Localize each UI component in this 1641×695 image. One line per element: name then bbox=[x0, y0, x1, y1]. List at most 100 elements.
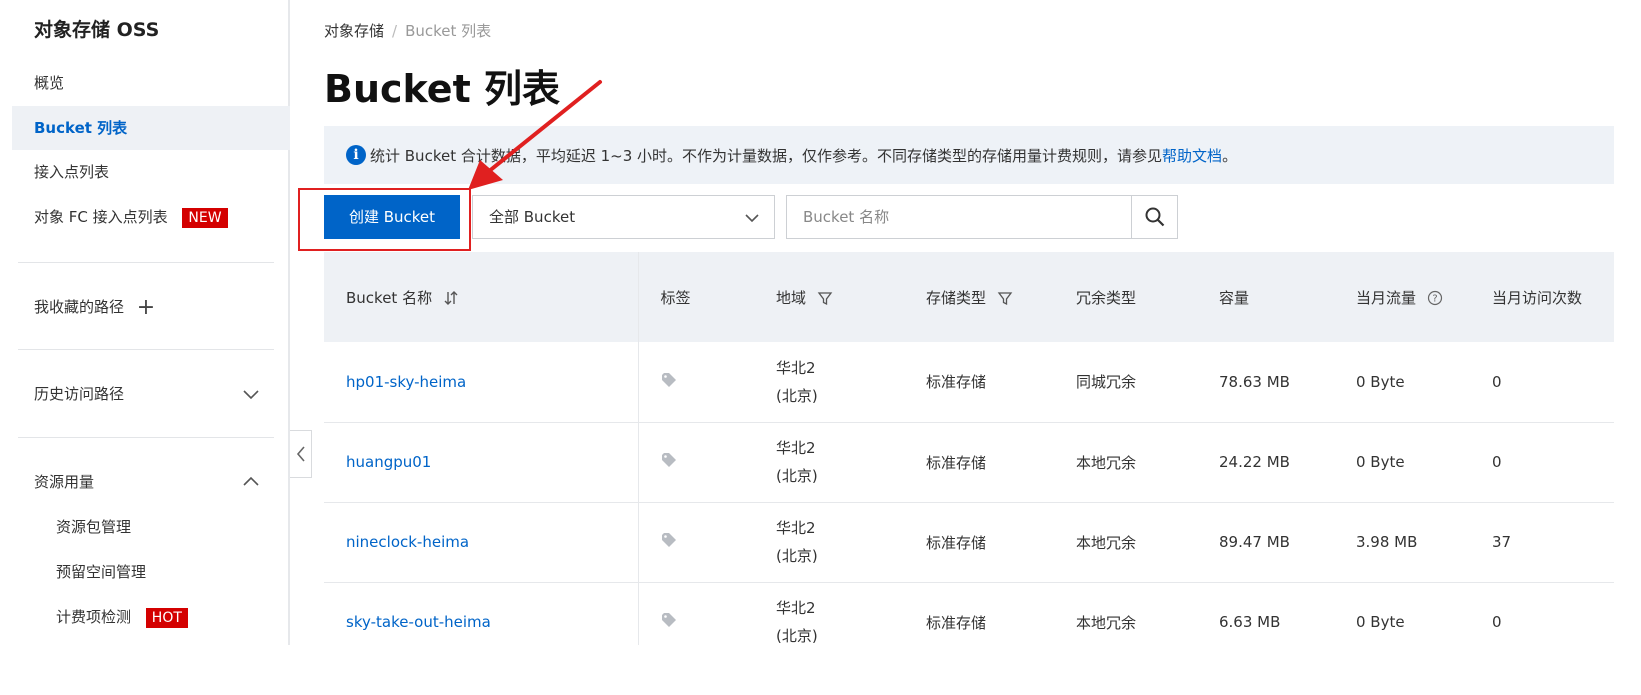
breadcrumb: 对象存储 / Bucket 列表 bbox=[324, 20, 491, 41]
region-name: 华北2 bbox=[776, 358, 816, 377]
filter-icon[interactable] bbox=[997, 290, 1013, 306]
cell-tags bbox=[638, 422, 754, 503]
sidebar-item-billing-check[interactable]: 计费项检测 HOT bbox=[56, 602, 188, 632]
cell-tags bbox=[638, 582, 754, 645]
sidebar-item-fc-access-points[interactable]: 对象 FC 接入点列表 NEW bbox=[12, 195, 290, 239]
cell-storage-type: 标准存储 bbox=[904, 582, 1054, 645]
bucket-search bbox=[786, 195, 1178, 239]
favorites-label: 我收藏的路径 bbox=[34, 298, 125, 316]
sidebar-usage[interactable]: 资源用量 bbox=[34, 467, 266, 497]
cell-capacity: 89.47 MB bbox=[1197, 502, 1334, 583]
sidebar-item-overview[interactable]: 概览 bbox=[12, 61, 290, 105]
chevron-left-icon bbox=[296, 446, 305, 462]
tag-icon[interactable] bbox=[661, 372, 677, 388]
header-region[interactable]: 地域 bbox=[754, 252, 904, 342]
tag-icon[interactable] bbox=[661, 612, 677, 628]
table-row: nineclock-heima 华北2 (北京) 标准存储 本地冗余 89.47 … bbox=[324, 502, 1614, 583]
header-bucket-name[interactable]: Bucket 名称 bbox=[324, 252, 639, 342]
chevron-up-icon[interactable] bbox=[236, 467, 266, 497]
header-label: 标签 bbox=[660, 288, 691, 307]
sidebar-item-reserved-space[interactable]: 预留空间管理 bbox=[56, 557, 146, 587]
header-redundancy: 冗余类型 bbox=[1054, 252, 1197, 342]
cell-capacity: 24.22 MB bbox=[1197, 422, 1334, 503]
sidebar-divider bbox=[18, 262, 274, 263]
sidebar-item-access-points[interactable]: 接入点列表 bbox=[12, 150, 290, 194]
tag-icon[interactable] bbox=[661, 452, 677, 468]
sidebar-item-label: 计费项检测 bbox=[56, 608, 132, 626]
bucket-filter-select[interactable]: 全部 Bucket bbox=[472, 195, 775, 239]
cell-requests: 0 bbox=[1470, 422, 1614, 503]
svg-text:?: ? bbox=[1432, 294, 1437, 305]
sidebar-favorites[interactable]: 我收藏的路径 + bbox=[34, 292, 266, 322]
cell-tags bbox=[638, 502, 754, 583]
cell-storage-type: 标准存储 bbox=[904, 422, 1054, 503]
region-name: 华北2 bbox=[776, 519, 816, 537]
info-icon: i bbox=[346, 145, 366, 165]
header-label: 当月访问次数 bbox=[1492, 288, 1583, 307]
annotation-highlight-box bbox=[298, 188, 471, 251]
table-row: sky-take-out-heima 华北2 (北京) 标准存储 本地冗余 6.6… bbox=[324, 582, 1614, 645]
cell-traffic: 3.98 MB bbox=[1334, 502, 1470, 583]
filter-icon[interactable] bbox=[817, 290, 833, 306]
help-icon[interactable]: ? bbox=[1427, 290, 1443, 306]
sidebar-item-label: 预留空间管理 bbox=[56, 563, 147, 581]
sidebar-item-label: 接入点列表 bbox=[34, 163, 110, 181]
breadcrumb-root[interactable]: 对象存储 bbox=[324, 22, 384, 40]
table-row: huangpu01 华北2 (北京) 标准存储 本地冗余 24.22 MB 0 B… bbox=[324, 422, 1614, 503]
search-icon bbox=[1145, 207, 1164, 227]
cell-region: 华北2 (北京) bbox=[754, 422, 904, 503]
header-label: 地域 bbox=[776, 288, 807, 307]
add-icon[interactable]: + bbox=[137, 295, 155, 320]
header-traffic: 当月流量 ? bbox=[1334, 252, 1470, 342]
cell-bucket-name: huangpu01 bbox=[324, 422, 639, 503]
sidebar-item-resource-packages[interactable]: 资源包管理 bbox=[56, 512, 131, 542]
bucket-table: Bucket 名称 标签 地域 存储类型 冗余类型 容量 当月流量 ? 当月访问… bbox=[324, 252, 1614, 645]
cell-storage-type: 标准存储 bbox=[904, 502, 1054, 583]
tag-icon[interactable] bbox=[661, 532, 677, 548]
breadcrumb-current: Bucket 列表 bbox=[405, 22, 492, 40]
search-button[interactable] bbox=[1131, 196, 1177, 238]
cell-bucket-name: sky-take-out-heima bbox=[324, 582, 639, 645]
header-label: Bucket 名称 bbox=[346, 288, 433, 307]
bucket-link[interactable]: huangpu01 bbox=[346, 453, 431, 471]
cell-capacity: 6.63 MB bbox=[1197, 582, 1334, 645]
page-title: Bucket 列表 bbox=[324, 67, 560, 111]
header-capacity: 容量 bbox=[1197, 252, 1334, 342]
cell-requests: 0 bbox=[1470, 342, 1614, 423]
bucket-filter-value: 全部 Bucket bbox=[489, 208, 576, 226]
usage-label: 资源用量 bbox=[34, 473, 95, 491]
header-label: 容量 bbox=[1219, 288, 1250, 307]
chevron-down-icon[interactable] bbox=[236, 379, 266, 409]
bucket-link[interactable]: nineclock-heima bbox=[346, 533, 469, 551]
cell-bucket-name: hp01-sky-heima bbox=[324, 342, 639, 423]
bucket-search-input[interactable] bbox=[787, 196, 1131, 238]
header-storage-type[interactable]: 存储类型 bbox=[904, 252, 1054, 342]
bucket-link[interactable]: hp01-sky-heima bbox=[346, 373, 466, 391]
cell-traffic: 0 Byte bbox=[1334, 342, 1470, 423]
sidebar-history[interactable]: 历史访问路径 bbox=[34, 379, 266, 409]
cell-storage-type: 标准存储 bbox=[904, 342, 1054, 423]
region-name: 华北2 bbox=[776, 599, 816, 617]
sidebar-item-label: 概览 bbox=[34, 74, 65, 92]
sidebar-item-bucket-list[interactable]: Bucket 列表 bbox=[12, 106, 290, 150]
hot-badge: HOT bbox=[145, 607, 188, 628]
cell-region: 华北2 (北京) bbox=[754, 342, 904, 423]
sidebar-collapse-handle[interactable] bbox=[290, 430, 312, 478]
cell-bucket-name: nineclock-heima bbox=[324, 502, 639, 583]
sidebar-item-label: 资源包管理 bbox=[56, 518, 132, 536]
notice-end: 。 bbox=[1222, 146, 1238, 165]
region-city: (北京) bbox=[776, 386, 818, 405]
sort-icon[interactable] bbox=[443, 290, 459, 306]
table-row: hp01-sky-heima 华北2 (北京) 标准存储 同城冗余 78.63 M… bbox=[324, 342, 1614, 423]
cell-requests: 0 bbox=[1470, 582, 1614, 645]
help-doc-link[interactable]: 帮助文档 bbox=[1162, 145, 1222, 166]
header-tags: 标签 bbox=[638, 252, 754, 342]
cell-tags bbox=[638, 342, 754, 423]
sidebar-divider bbox=[18, 437, 274, 438]
table-header-row: Bucket 名称 标签 地域 存储类型 冗余类型 容量 当月流量 ? 当月访问… bbox=[324, 252, 1614, 342]
sidebar: 对象存储 OSS 概览 Bucket 列表 接入点列表 对象 FC 接入点列表 … bbox=[0, 0, 290, 645]
header-label: 当月流量 bbox=[1356, 288, 1417, 307]
region-city: (北京) bbox=[776, 627, 818, 645]
bucket-link[interactable]: sky-take-out-heima bbox=[346, 613, 491, 631]
cell-traffic: 0 Byte bbox=[1334, 582, 1470, 645]
